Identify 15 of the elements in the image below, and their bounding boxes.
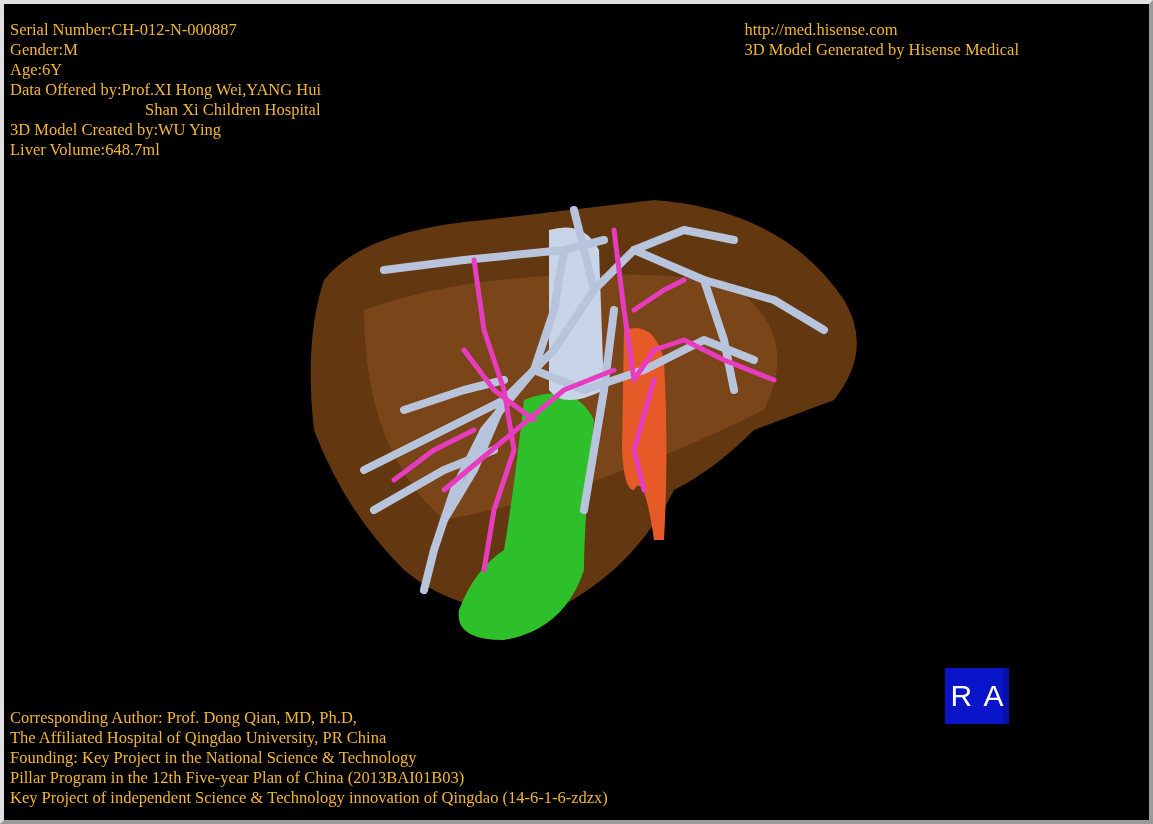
info-text: Age:6Y <box>10 60 63 80</box>
info-text: 3D Model Generated by Hisense Medical <box>744 40 1019 60</box>
info-text: Shan Xi Children Hospital <box>144 100 321 120</box>
info-text: Gender:M <box>10 40 78 60</box>
orientation-cube[interactable]: R A <box>945 668 1009 724</box>
info-text: Corresponding Author: Prof. Dong Qian, MD, Ph.D, <box>10 708 357 728</box>
info-text: Serial Number:CH-012-N-000887 <box>10 20 237 40</box>
info-text: Key Project of independent Science & Technology innovation of Qingdao (14-6-1-6-zdzx) <box>10 788 608 808</box>
info-text: Founding: Key Project in the National Science & Technology <box>10 748 417 768</box>
info-text: Pillar Program in the 12th Five-year Plan of China (2013BAI01B03) <box>10 768 465 788</box>
info-text: http://med.hisense.com <box>744 20 898 40</box>
info-text: The Affiliated Hospital of Qingdao University, PR China <box>10 728 387 748</box>
info-text: 3D Model Created by:WU Ying <box>10 120 222 140</box>
info-text: Data Offered by:Prof.XI Hong Wei,YANG Hui <box>10 80 322 100</box>
info-text: Liver Volume:648.7ml <box>10 140 160 160</box>
